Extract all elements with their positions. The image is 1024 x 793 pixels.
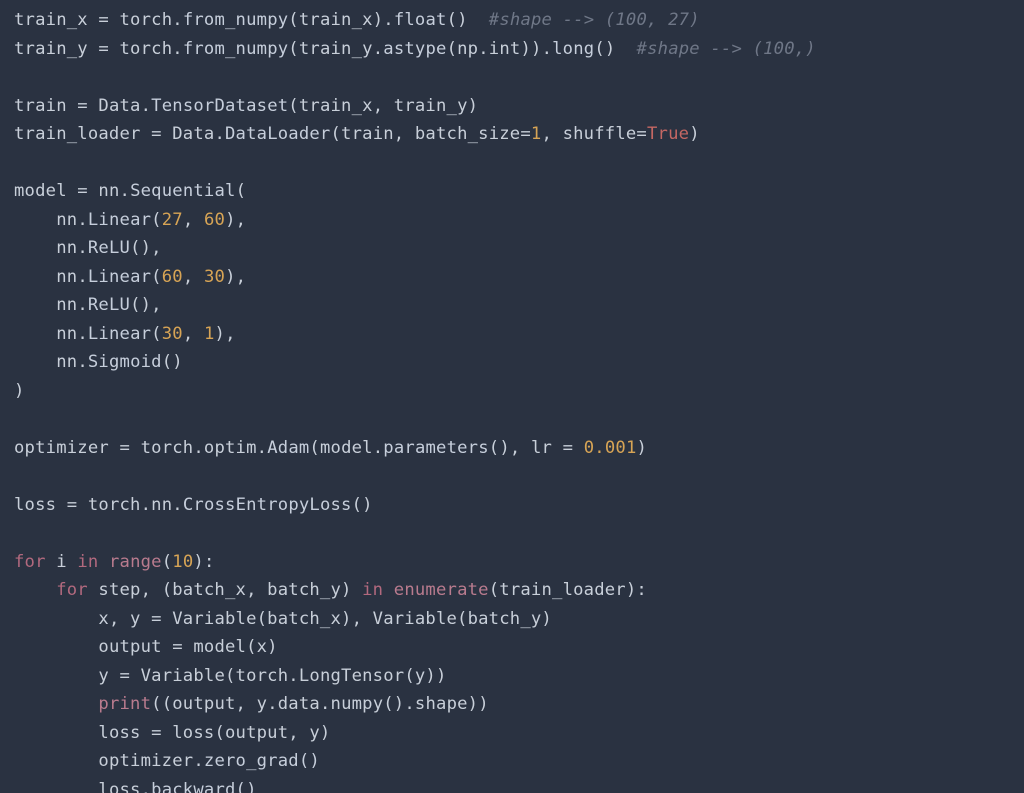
code-line: nn.Linear(60, 30), [14, 267, 246, 287]
code-line: loss = torch.nn.CrossEntropyLoss() [14, 495, 373, 515]
code-line: optimizer = torch.optim.Adam(model.param… [14, 438, 647, 458]
code-line: nn.Sigmoid() [14, 352, 183, 372]
code-block: train_x = torch.from_numpy(train_x).floa… [0, 0, 1024, 793]
code-line: output = model(x) [14, 637, 278, 657]
code-line: train_x = torch.from_numpy(train_x).floa… [14, 10, 700, 30]
code-line: train_y = torch.from_numpy(train_y.astyp… [14, 39, 816, 59]
code-line: model = nn.Sequential( [14, 181, 246, 201]
code-line: nn.ReLU(), [14, 295, 162, 315]
code-line: ) [14, 381, 25, 401]
code-line: optimizer.zero_grad() [14, 751, 320, 771]
code-line: loss = loss(output, y) [14, 723, 330, 743]
code-line: for step, (batch_x, batch_y) in enumerat… [14, 580, 647, 600]
code-line: y = Variable(torch.LongTensor(y)) [14, 666, 447, 686]
code-line: nn.ReLU(), [14, 238, 162, 258]
code-line: train = Data.TensorDataset(train_x, trai… [14, 96, 478, 116]
code-line: train_loader = Data.DataLoader(train, ba… [14, 124, 700, 144]
code-line: nn.Linear(30, 1), [14, 324, 236, 344]
code-line: loss.backward() [14, 780, 257, 793]
code-line: nn.Linear(27, 60), [14, 210, 246, 230]
code-line: print((output, y.data.numpy().shape)) [14, 694, 489, 714]
comment: #shape --> (100, 27) [489, 10, 700, 30]
comment: #shape --> (100,) [637, 39, 816, 59]
code-line: x, y = Variable(batch_x), Variable(batch… [14, 609, 552, 629]
code-line: for i in range(10): [14, 552, 215, 572]
